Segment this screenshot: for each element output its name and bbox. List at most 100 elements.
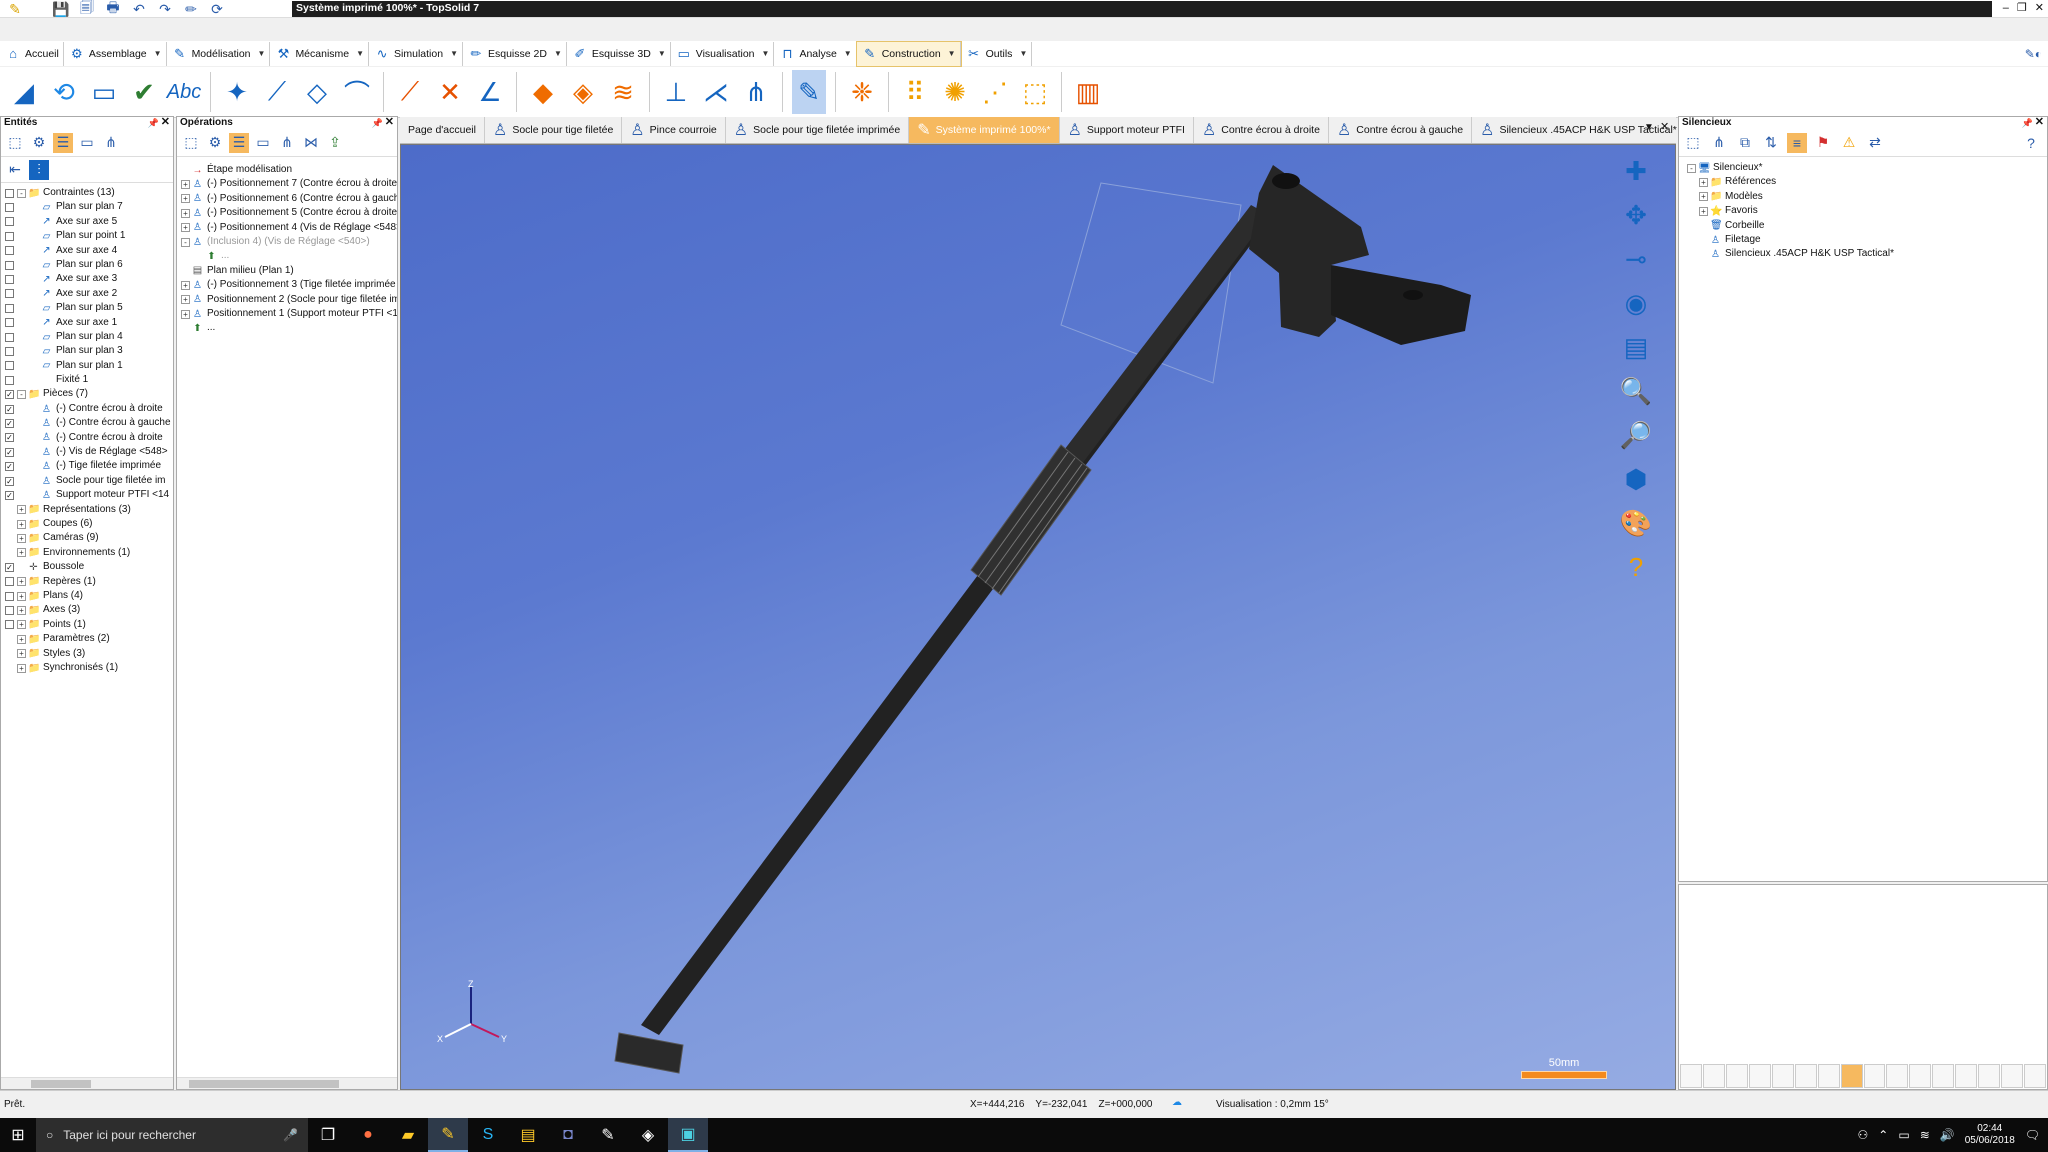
layers-icon[interactable]: ≡ xyxy=(1787,132,1807,153)
chevron-down-icon[interactable]: ▼ xyxy=(450,49,458,58)
help-icon[interactable]: ? xyxy=(2021,133,2041,153)
checkbox[interactable] xyxy=(5,188,14,198)
plane-icon[interactable]: ◆ xyxy=(526,70,560,114)
expand-icon[interactable]: - xyxy=(181,237,190,247)
strip-cell[interactable] xyxy=(1702,1064,1725,1088)
tree-row[interactable]: ↗ Axe sur axe 2 xyxy=(5,287,173,301)
document-tab[interactable]: ♙ Socle pour tige filetée imprimée xyxy=(726,117,910,143)
strip-cell[interactable] xyxy=(1955,1064,1978,1088)
menu-visualisation[interactable]: ▭ Visualisation ▼ xyxy=(671,41,775,66)
network-icon[interactable]: ⋈ xyxy=(301,133,321,153)
dimension-icon[interactable]: ▭ xyxy=(87,70,121,114)
checkbox[interactable] xyxy=(5,375,14,385)
menu-esquisse-2d[interactable]: ✏ Esquisse 2D ▼ xyxy=(463,41,567,66)
checkbox[interactable] xyxy=(5,591,14,601)
tree-row[interactable]: + ♙ (-) Positionnement 7 (Contre écrou à d… xyxy=(181,177,397,191)
tree-row[interactable]: ⬆... xyxy=(181,249,397,263)
maximize-icon[interactable]: ❐ xyxy=(2017,0,2027,16)
pen-icon[interactable]: ✏ xyxy=(180,0,202,18)
horizontal-scrollbar[interactable] xyxy=(177,1077,397,1089)
frame-plane-icon[interactable]: ⋌ xyxy=(699,70,733,114)
start-icon[interactable]: ⊞ xyxy=(0,1118,36,1152)
strip-cell[interactable] xyxy=(1863,1064,1886,1088)
text-icon[interactable]: Abc xyxy=(167,70,201,114)
tree-row[interactable]: ↗ Axe sur axe 1 xyxy=(5,316,173,330)
volume-icon[interactable]: 🔊 xyxy=(1940,1128,1955,1142)
document-tab[interactable]: ♙ Contre écrou à gauche xyxy=(1329,117,1473,143)
tree-row[interactable]: ↗ Axe sur axe 3 xyxy=(5,272,173,286)
expand-icon[interactable]: + xyxy=(181,180,190,190)
rotate-icon[interactable]: ⟲ xyxy=(47,70,81,114)
tree-row[interactable]: + 📁 Environnements (1) xyxy=(5,546,173,560)
checkbox[interactable]: ✓ xyxy=(5,490,14,500)
chevron-down-icon[interactable]: ▼ xyxy=(762,49,770,58)
expand-icon[interactable]: + xyxy=(181,223,190,233)
checkbox[interactable] xyxy=(5,346,14,356)
checkbox[interactable] xyxy=(5,260,14,270)
tree-row[interactable]: + 📁 Axes (3) xyxy=(5,603,173,617)
tag-icon[interactable]: ▭ xyxy=(77,133,97,153)
plane-point-icon[interactable]: ◇ xyxy=(300,70,334,114)
close-icon[interactable]: ✕ xyxy=(2035,0,2044,16)
checkbox[interactable]: ✓ xyxy=(5,418,14,428)
checkbox[interactable] xyxy=(5,303,14,313)
tabs-close-icon[interactable]: ✕ xyxy=(1660,120,1669,133)
zoom-icon[interactable]: 🔎 xyxy=(1615,419,1657,451)
checkbox[interactable] xyxy=(5,577,14,587)
expand-icon[interactable]: + xyxy=(17,649,26,659)
filter-icon[interactable]: ⚙ xyxy=(205,133,225,153)
strip-cell[interactable] xyxy=(1817,1064,1840,1088)
tree-row[interactable]: + 📁 Points (1) xyxy=(5,618,173,632)
select-icon[interactable]: ⬚ xyxy=(5,133,25,153)
checkbox[interactable] xyxy=(5,246,14,256)
expand-icon[interactable]: + xyxy=(1699,206,1708,216)
document-tab[interactable]: ♙ Socle pour tige filetée xyxy=(485,117,623,143)
horizontal-scrollbar[interactable] xyxy=(1,1077,173,1089)
strip-cell[interactable] xyxy=(2001,1064,2024,1088)
pin-icon[interactable]: 📌 xyxy=(372,117,383,129)
checkbox[interactable]: ✓ xyxy=(5,390,14,400)
chevron-up-icon[interactable]: ⌃ xyxy=(1878,1128,1888,1142)
document-tab[interactable]: ♙ Support moteur PTFI xyxy=(1060,117,1194,143)
strip-cell[interactable] xyxy=(1909,1064,1932,1088)
pattern-box-icon[interactable]: ⬚ xyxy=(1018,70,1052,114)
checkbox[interactable] xyxy=(5,606,14,616)
cube-view-icon[interactable]: ⬢ xyxy=(1615,463,1657,495)
skype-icon[interactable]: S xyxy=(468,1118,508,1152)
expand-icon[interactable]: + xyxy=(181,295,190,305)
tree-row[interactable]: + ⭐ Favoris xyxy=(1687,204,2047,218)
document-tab[interactable]: ♙ Pince courroie xyxy=(622,117,726,143)
tree-row[interactable]: ▱ Plan sur plan 1 xyxy=(5,359,173,373)
menu-accueil[interactable]: ⌂ Accueil xyxy=(0,41,64,66)
view-layout-icon[interactable]: ▤ xyxy=(1615,331,1657,363)
axis-cross-icon[interactable]: ✕ xyxy=(433,70,467,114)
zoom-area-icon[interactable]: 🔍 xyxy=(1615,375,1657,407)
firefox-icon[interactable]: ● xyxy=(348,1118,388,1152)
tree-row[interactable]: ↗ Axe sur axe 4 xyxy=(5,244,173,258)
tree-row[interactable]: ▱ Plan sur point 1 xyxy=(5,229,173,243)
tree-row[interactable]: - 🖥 Silencieux* xyxy=(1687,161,2047,175)
add-icon[interactable]: ✚ xyxy=(1615,155,1657,187)
tree-row[interactable]: ♙ Filetage xyxy=(1687,233,2047,247)
expand-icon[interactable]: + xyxy=(181,280,190,290)
tree-row[interactable]: ✓ - 📁 Pièces (7) xyxy=(5,387,173,401)
checkbox[interactable] xyxy=(5,620,14,630)
save-icon[interactable]: 💾 xyxy=(50,0,72,18)
microphone-icon[interactable]: 🎤 xyxy=(283,1128,298,1142)
camera-icon[interactable]: ◉ xyxy=(1615,287,1657,319)
tree-icon[interactable]: ⋔ xyxy=(1709,133,1729,153)
draw-plane-icon[interactable]: ◢ xyxy=(7,70,41,114)
expand-icon[interactable]: + xyxy=(17,663,26,673)
tree-row[interactable]: Fixité 1 xyxy=(5,373,173,387)
tree-row[interactable]: → Étape modélisation xyxy=(181,163,397,177)
close-icon[interactable]: ✕ xyxy=(2035,116,2044,128)
strip-cell[interactable] xyxy=(1748,1064,1771,1088)
expand-icon[interactable]: + xyxy=(17,591,26,601)
chevron-down-icon[interactable]: ▼ xyxy=(258,49,266,58)
document-tab[interactable]: Page d'accueil xyxy=(400,117,485,143)
library-icon[interactable]: ▥ xyxy=(1071,70,1105,114)
menu-m-canisme[interactable]: ⚒ Mécanisme ▼ xyxy=(270,41,370,66)
plane-offset-icon[interactable]: ◈ xyxy=(566,70,600,114)
checkbox[interactable] xyxy=(5,275,14,285)
tree-row[interactable]: ✓ ♙ Support moteur PTFI <14 xyxy=(5,488,173,502)
